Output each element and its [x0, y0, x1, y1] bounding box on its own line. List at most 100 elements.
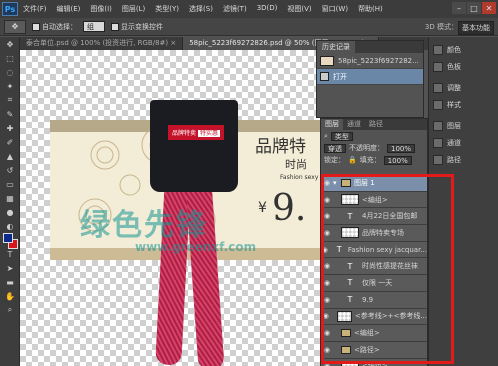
layer-name: <编组> [362, 195, 388, 204]
dock-item-color[interactable]: 颜色 [429, 41, 498, 58]
menu-item[interactable]: 图像(I) [85, 4, 117, 14]
path-select-icon[interactable]: ➤ [0, 261, 20, 275]
visibility-eye-icon[interactable]: ◉ [321, 179, 333, 187]
document-icon [320, 72, 329, 81]
magic-wand-icon[interactable]: ✦ [0, 79, 20, 93]
visibility-eye-icon[interactable]: ◉ [321, 346, 333, 354]
document-canvas[interactable]: 品牌特 时尚 Fashion sexy ¥ 9. 品牌特卖 特实惠 绿色先锋 ww… [20, 50, 320, 366]
adjust-icon [433, 82, 443, 93]
history-row-label: 打开 [333, 72, 347, 81]
layer-name: 图层 1 [354, 178, 375, 187]
dock-item-styles[interactable]: 样式 [429, 96, 498, 113]
history-panel: 历史记录 58pic_5223f6927282... 打开 [316, 40, 424, 118]
dock-item-layers[interactable]: 图层 [429, 117, 498, 134]
dock-item-adjustments[interactable]: 调整 [429, 79, 498, 96]
visibility-eye-icon[interactable]: ◉ [321, 212, 333, 220]
tools-panel: ✥ ⬚ ◌ ✦ ⌗ ✎ ✚ ✐ ▲ ↺ ▭ ▦ ● ◐ ✒ T ➤ ▬ ✋ ⌕ [0, 37, 20, 366]
workspace-switcher[interactable]: 基本功能 [458, 21, 494, 35]
show-transform-checkbox[interactable]: 显示变换控件 [111, 22, 163, 32]
tab-channels[interactable]: 通道 [343, 119, 365, 130]
kind-filter-dropdown[interactable]: 类型 [330, 131, 353, 141]
visibility-eye-icon[interactable]: ◉ [321, 262, 333, 270]
disclosure-triangle-icon[interactable]: ▾ [333, 179, 341, 187]
layer-row[interactable]: ◉ <编组> [321, 325, 427, 342]
move-tool-icon[interactable]: ✥ [0, 37, 20, 51]
menu-item[interactable]: 选择(S) [184, 4, 218, 14]
layer-row[interactable]: ◉ <路径> [321, 341, 427, 359]
marquee-tool-icon[interactable]: ⬚ [0, 51, 20, 65]
dodge-tool-icon[interactable]: ◐ [0, 219, 20, 233]
layer-row[interactable]: ◉ T 仅限 一天 [321, 275, 427, 292]
minimize-button[interactable]: – [452, 2, 466, 14]
visibility-eye-icon[interactable]: ◉ [321, 296, 333, 304]
foreground-color-swatch[interactable] [3, 233, 13, 243]
menu-item[interactable]: 窗口(W) [317, 4, 353, 14]
opacity-input[interactable]: 100% [387, 143, 416, 153]
layer-row[interactable]: ◉ <编组> [321, 358, 427, 366]
paths-icon [433, 154, 443, 165]
history-open-row[interactable]: 打开 [317, 69, 423, 85]
tab-document-1[interactable]: 泰合单位.psd @ 100% (投资进行, RGB/8#) × [20, 37, 184, 50]
zoom-tool-icon[interactable]: ⌕ [0, 303, 20, 317]
crop-tool-icon[interactable]: ⌗ [0, 93, 20, 107]
history-snapshot-row[interactable]: 58pic_5223f6927282... [317, 53, 423, 69]
dock-item-channels[interactable]: 通道 [429, 134, 498, 151]
hand-tool-icon[interactable]: ✋ [0, 289, 20, 303]
layer-row[interactable]: ◉ <编组> [321, 191, 427, 209]
menu-item[interactable]: 3D(D) [252, 4, 283, 14]
tab-layers[interactable]: 图层 [321, 119, 343, 130]
layer-row[interactable]: ◉ T 9.9 [321, 291, 427, 309]
visibility-eye-icon[interactable]: ◉ [321, 196, 333, 204]
menu-item[interactable]: 视图(V) [282, 4, 316, 14]
layer-name: 时尚性感提花丝袜 [362, 262, 418, 271]
dock-item-swatches[interactable]: 色板 [429, 58, 498, 75]
layer-row[interactable]: ◉ <参考线>+<参考线... [321, 308, 427, 326]
shape-tool-icon[interactable]: ▬ [0, 275, 20, 289]
visibility-eye-icon[interactable]: ◉ [321, 246, 329, 254]
visibility-eye-icon[interactable]: ◉ [321, 362, 333, 366]
auto-select-dropdown[interactable]: 组 [83, 21, 105, 32]
swatches-icon [433, 61, 443, 72]
auto-select-checkbox[interactable]: 自动选择： [32, 22, 77, 32]
visibility-eye-icon[interactable]: ◉ [321, 329, 333, 337]
visibility-eye-icon[interactable]: ◉ [321, 312, 331, 320]
layer-row[interactable]: ◉ T 4月22日全国包邮 [321, 208, 427, 226]
folder-icon [341, 329, 351, 338]
color-icon [433, 44, 443, 55]
healing-brush-icon[interactable]: ✚ [0, 121, 20, 135]
blur-tool-icon[interactable]: ● [0, 205, 20, 219]
layer-name: <路径> [354, 345, 380, 354]
move-tool-preset-icon[interactable]: ✥ [4, 19, 26, 34]
menu-item[interactable]: 滤镜(T) [218, 4, 252, 14]
lasso-tool-icon[interactable]: ◌ [0, 65, 20, 79]
type-tool-icon[interactable]: T [0, 247, 20, 261]
tag-highlight: 特实惠 [198, 130, 221, 137]
history-brush-icon[interactable]: ↺ [0, 163, 20, 177]
eraser-icon[interactable]: ▭ [0, 177, 20, 191]
layer-row[interactable]: ◉ ▾ 图层 1 [321, 175, 427, 192]
gradient-tool-icon[interactable]: ▦ [0, 191, 20, 205]
layer-row[interactable]: ◉ T 时尚性感提花丝袜 [321, 258, 427, 276]
layer-row[interactable]: ◉ T Fashion sexy jacquar... [321, 241, 427, 259]
menu-item[interactable]: 类型(Y) [150, 4, 184, 14]
menu-item[interactable]: 图层(L) [117, 4, 150, 14]
menu-item[interactable]: 帮助(H) [353, 4, 388, 14]
layer-row[interactable]: ◉ 品牌特卖专场 [321, 225, 427, 242]
lock-icon[interactable]: 🔒 [348, 156, 357, 164]
menu-item[interactable]: 编辑(E) [52, 4, 86, 14]
menu-item[interactable]: 文件(F) [18, 4, 52, 14]
fill-input[interactable]: 100% [383, 155, 412, 165]
brush-tool-icon[interactable]: ✐ [0, 135, 20, 149]
visibility-eye-icon[interactable]: ◉ [321, 229, 333, 237]
tab-paths[interactable]: 路径 [365, 119, 387, 130]
clone-stamp-icon[interactable]: ▲ [0, 149, 20, 163]
dock-item-paths[interactable]: 路径 [429, 151, 498, 168]
3d-mode-label: 3D 模式： [424, 23, 458, 31]
eyedropper-icon[interactable]: ✎ [0, 107, 20, 121]
fill-label: 填充： [359, 156, 381, 164]
visibility-eye-icon[interactable]: ◉ [321, 279, 333, 287]
blend-mode-dropdown[interactable]: 穿透 [324, 143, 346, 153]
maximize-button[interactable]: □ [467, 2, 481, 14]
close-button[interactable]: ✕ [482, 2, 496, 14]
tab-history[interactable]: 历史记录 [317, 41, 355, 53]
